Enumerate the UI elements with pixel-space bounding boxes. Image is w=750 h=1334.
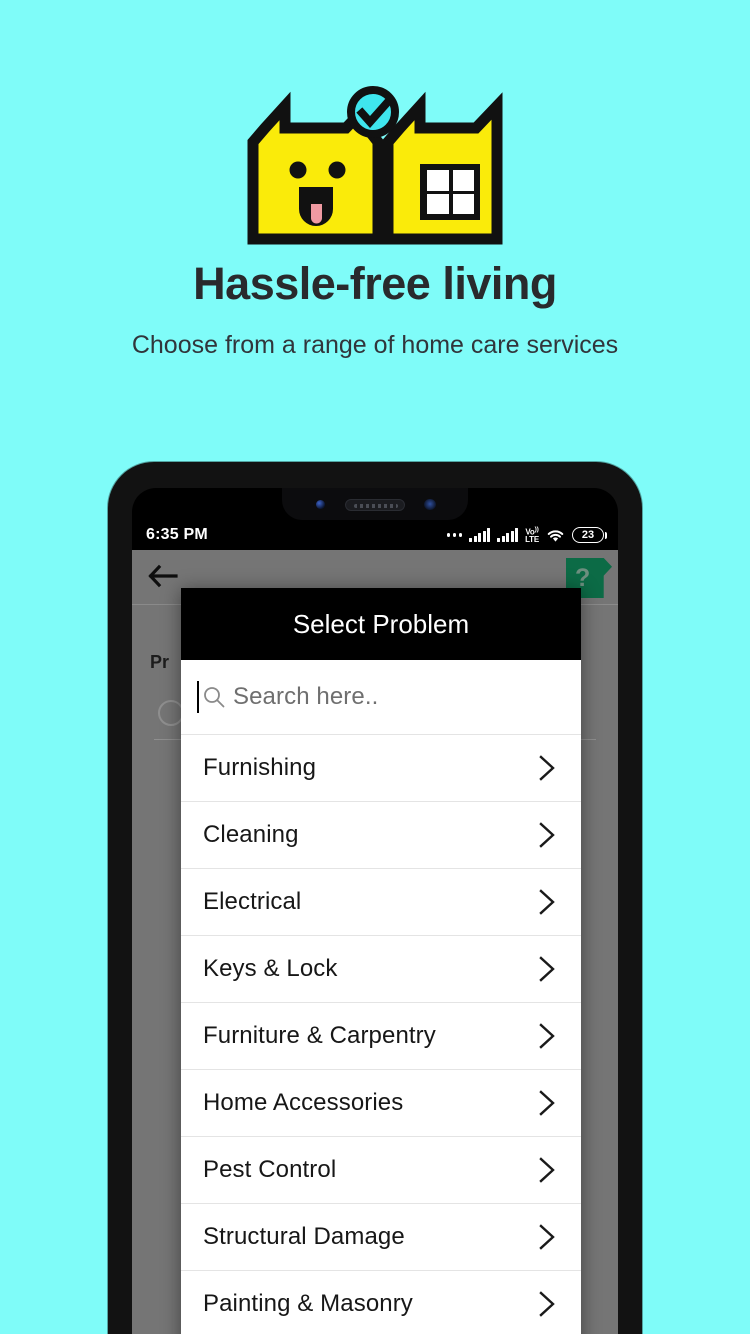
app-logo <box>0 84 750 254</box>
list-item-label: Furnishing <box>203 754 317 781</box>
list-item-label: Painting & Masonry <box>203 1290 413 1317</box>
search-input[interactable]: Search here.. <box>181 660 581 734</box>
dialog-title: Select Problem <box>181 588 581 660</box>
status-clock: 6:35 PM <box>146 526 208 543</box>
list-item[interactable]: Painting & Masonry <box>181 1270 581 1334</box>
chevron-right-icon <box>539 1224 555 1250</box>
earpiece-speaker-icon <box>345 499 405 511</box>
battery-level: 23 <box>581 529 595 541</box>
list-item-label: Keys & Lock <box>203 955 338 982</box>
promo-screenshot: Hassle-free living Choose from a range o… <box>0 0 750 1334</box>
chevron-right-icon <box>539 822 555 848</box>
chevron-right-icon <box>539 1090 555 1116</box>
proximity-sensor-icon <box>424 499 436 510</box>
problem-list[interactable]: Furnishing Cleaning Electrical Keys & Lock F… <box>181 734 581 1334</box>
phone-notch <box>282 488 468 520</box>
volte-icon: Vo)) LTE <box>525 525 539 545</box>
list-item[interactable]: Cleaning <box>181 801 581 868</box>
promo-subtitle: Choose from a range of home care service… <box>131 331 619 359</box>
list-item[interactable]: Furnishing <box>181 734 581 801</box>
background-field-label: Pr <box>150 652 170 672</box>
list-item-label: Cleaning <box>203 821 299 848</box>
verified-check-badge-icon <box>347 86 399 138</box>
list-item[interactable]: Electrical <box>181 868 581 935</box>
chevron-right-icon <box>539 956 555 982</box>
list-item-label: Electrical <box>203 888 302 915</box>
list-item-label: Home Accessories <box>203 1089 404 1116</box>
list-item[interactable]: Home Accessories <box>181 1069 581 1136</box>
chevron-right-icon <box>539 889 555 915</box>
status-bar: 6:35 PM Vo)) LTE 23 <box>132 520 618 550</box>
signal-bars-icon-sim1 <box>469 528 491 542</box>
chevron-right-icon <box>539 755 555 781</box>
chevron-right-icon <box>539 1157 555 1183</box>
search-placeholder: Search here.. <box>233 683 379 710</box>
search-icon <box>204 687 225 708</box>
list-item-label: Furniture & Carpentry <box>203 1022 436 1049</box>
list-item-label: Structural Damage <box>203 1223 405 1250</box>
back-arrow-icon[interactable] <box>148 563 178 589</box>
list-item-label: Pest Control <box>203 1156 337 1183</box>
status-indicators: Vo)) LTE 23 <box>446 525 607 545</box>
text-caret <box>197 681 199 713</box>
list-item[interactable]: Pest Control <box>181 1136 581 1203</box>
more-dots-icon <box>446 533 463 537</box>
list-item[interactable]: Furniture & Carpentry <box>181 1002 581 1069</box>
select-problem-dialog: Select Problem Search here.. Furnishing C… <box>181 588 581 1334</box>
chevron-right-icon <box>539 1291 555 1317</box>
battery-icon: 23 <box>572 527 607 543</box>
signal-bars-icon-sim2 <box>497 528 519 542</box>
front-camera-icon <box>316 500 325 509</box>
two-houses-logo-icon <box>247 86 503 245</box>
promo-title: Hassle-free living <box>193 258 557 309</box>
wifi-icon <box>547 529 564 542</box>
phone-screen: 6:35 PM Vo)) LTE 23 ? Pr Select Problem … <box>132 488 618 1334</box>
list-item[interactable]: Keys & Lock <box>181 935 581 1002</box>
list-item[interactable]: Structural Damage <box>181 1203 581 1270</box>
chevron-right-icon <box>539 1023 555 1049</box>
phone-mockup: 6:35 PM Vo)) LTE 23 ? Pr Select Problem … <box>108 462 642 1334</box>
